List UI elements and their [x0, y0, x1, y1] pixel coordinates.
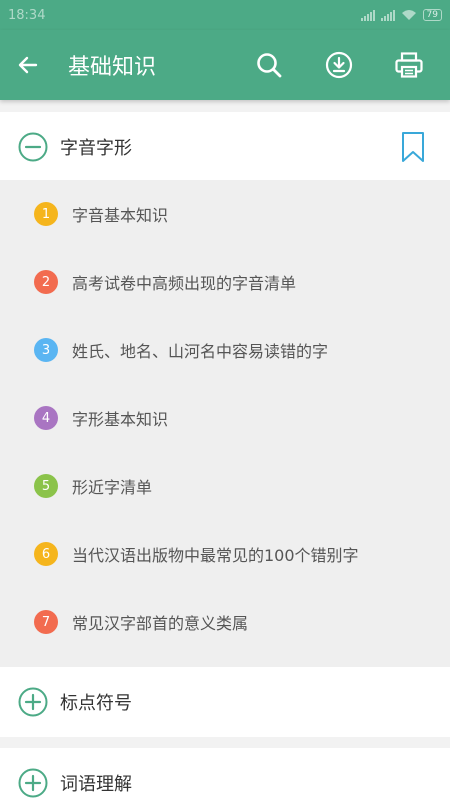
arrow-left-icon [18, 56, 38, 74]
list-item[interactable]: 4 字形基本知识 [0, 384, 450, 452]
status-time: 18:34 [8, 7, 46, 23]
section-label: 词语理解 [60, 774, 132, 795]
section-label: 标点符号 [60, 693, 132, 714]
list-item-label: 当代汉语出版物中最常见的100个错别字 [72, 546, 359, 565]
list-item[interactable]: 6 当代汉语出版物中最常见的100个错别字 [0, 520, 450, 588]
list-item-label: 字音基本知识 [72, 206, 169, 225]
status-icons: 79 [360, 9, 442, 21]
number-badge: 5 [34, 474, 58, 498]
download-icon [325, 51, 353, 79]
print-button[interactable] [374, 37, 444, 93]
sub-item-list: 1 字音基本知识 2 高考试卷中高频出现的字音清单 3 姓氏、地名、山河名中容易… [0, 180, 450, 667]
bookmark-button[interactable] [398, 130, 428, 164]
list-item[interactable]: 1 字音基本知识 [0, 180, 450, 248]
list-item[interactable]: 2 高考试卷中高频出现的字音清单 [0, 248, 450, 316]
number-badge: 7 [34, 610, 58, 634]
download-button[interactable] [304, 37, 374, 93]
number-badge: 6 [34, 542, 58, 566]
app-screen: 18:34 79 基础知识 字音字形 1 字音基本知识 2 高考试卷中高频出现的… [0, 0, 450, 800]
expand-icon [18, 687, 48, 717]
toolbar-actions [234, 37, 444, 93]
status-bar: 18:34 79 [0, 0, 450, 30]
battery-icon: 79 [422, 9, 442, 21]
content-area: 字音字形 1 字音基本知识 2 高考试卷中高频出现的字音清单 3 姓氏、地名、山… [0, 100, 450, 800]
search-icon [257, 53, 282, 78]
section-header-ci-yu-li-jie[interactable]: 词语理解 [0, 748, 450, 800]
list-item-label: 字形基本知识 [72, 410, 169, 429]
list-item-label: 常见汉字部首的意义类属 [72, 614, 249, 633]
list-item-label: 形近字清单 [72, 478, 153, 497]
signal-icon [360, 9, 375, 21]
list-item[interactable]: 7 常见汉字部首的意义类属 [0, 588, 450, 656]
wifi-icon [401, 10, 416, 20]
section-header-biao-dian-fu-hao[interactable]: 标点符号 [0, 667, 450, 737]
back-button[interactable] [8, 37, 48, 93]
signal-icon-2 [380, 9, 395, 21]
search-button[interactable] [234, 37, 304, 93]
section-header-zi-yin-zi-xing[interactable]: 字音字形 [0, 112, 450, 182]
list-item[interactable]: 3 姓氏、地名、山河名中容易读错的字 [0, 316, 450, 384]
page-title: 基础知识 [68, 55, 157, 80]
section-label: 字音字形 [60, 138, 132, 159]
list-item[interactable]: 5 形近字清单 [0, 452, 450, 520]
print-icon [395, 52, 423, 78]
list-item-label: 姓氏、地名、山河名中容易读错的字 [72, 342, 329, 361]
bookmark-icon [402, 132, 424, 162]
expand-icon [18, 768, 48, 798]
toolbar: 基础知识 [0, 30, 450, 100]
number-badge: 4 [34, 406, 58, 430]
collapse-icon [18, 132, 48, 162]
list-item-label: 高考试卷中高频出现的字音清单 [72, 274, 297, 293]
number-badge: 3 [34, 338, 58, 362]
number-badge: 1 [34, 202, 58, 226]
number-badge: 2 [34, 270, 58, 294]
